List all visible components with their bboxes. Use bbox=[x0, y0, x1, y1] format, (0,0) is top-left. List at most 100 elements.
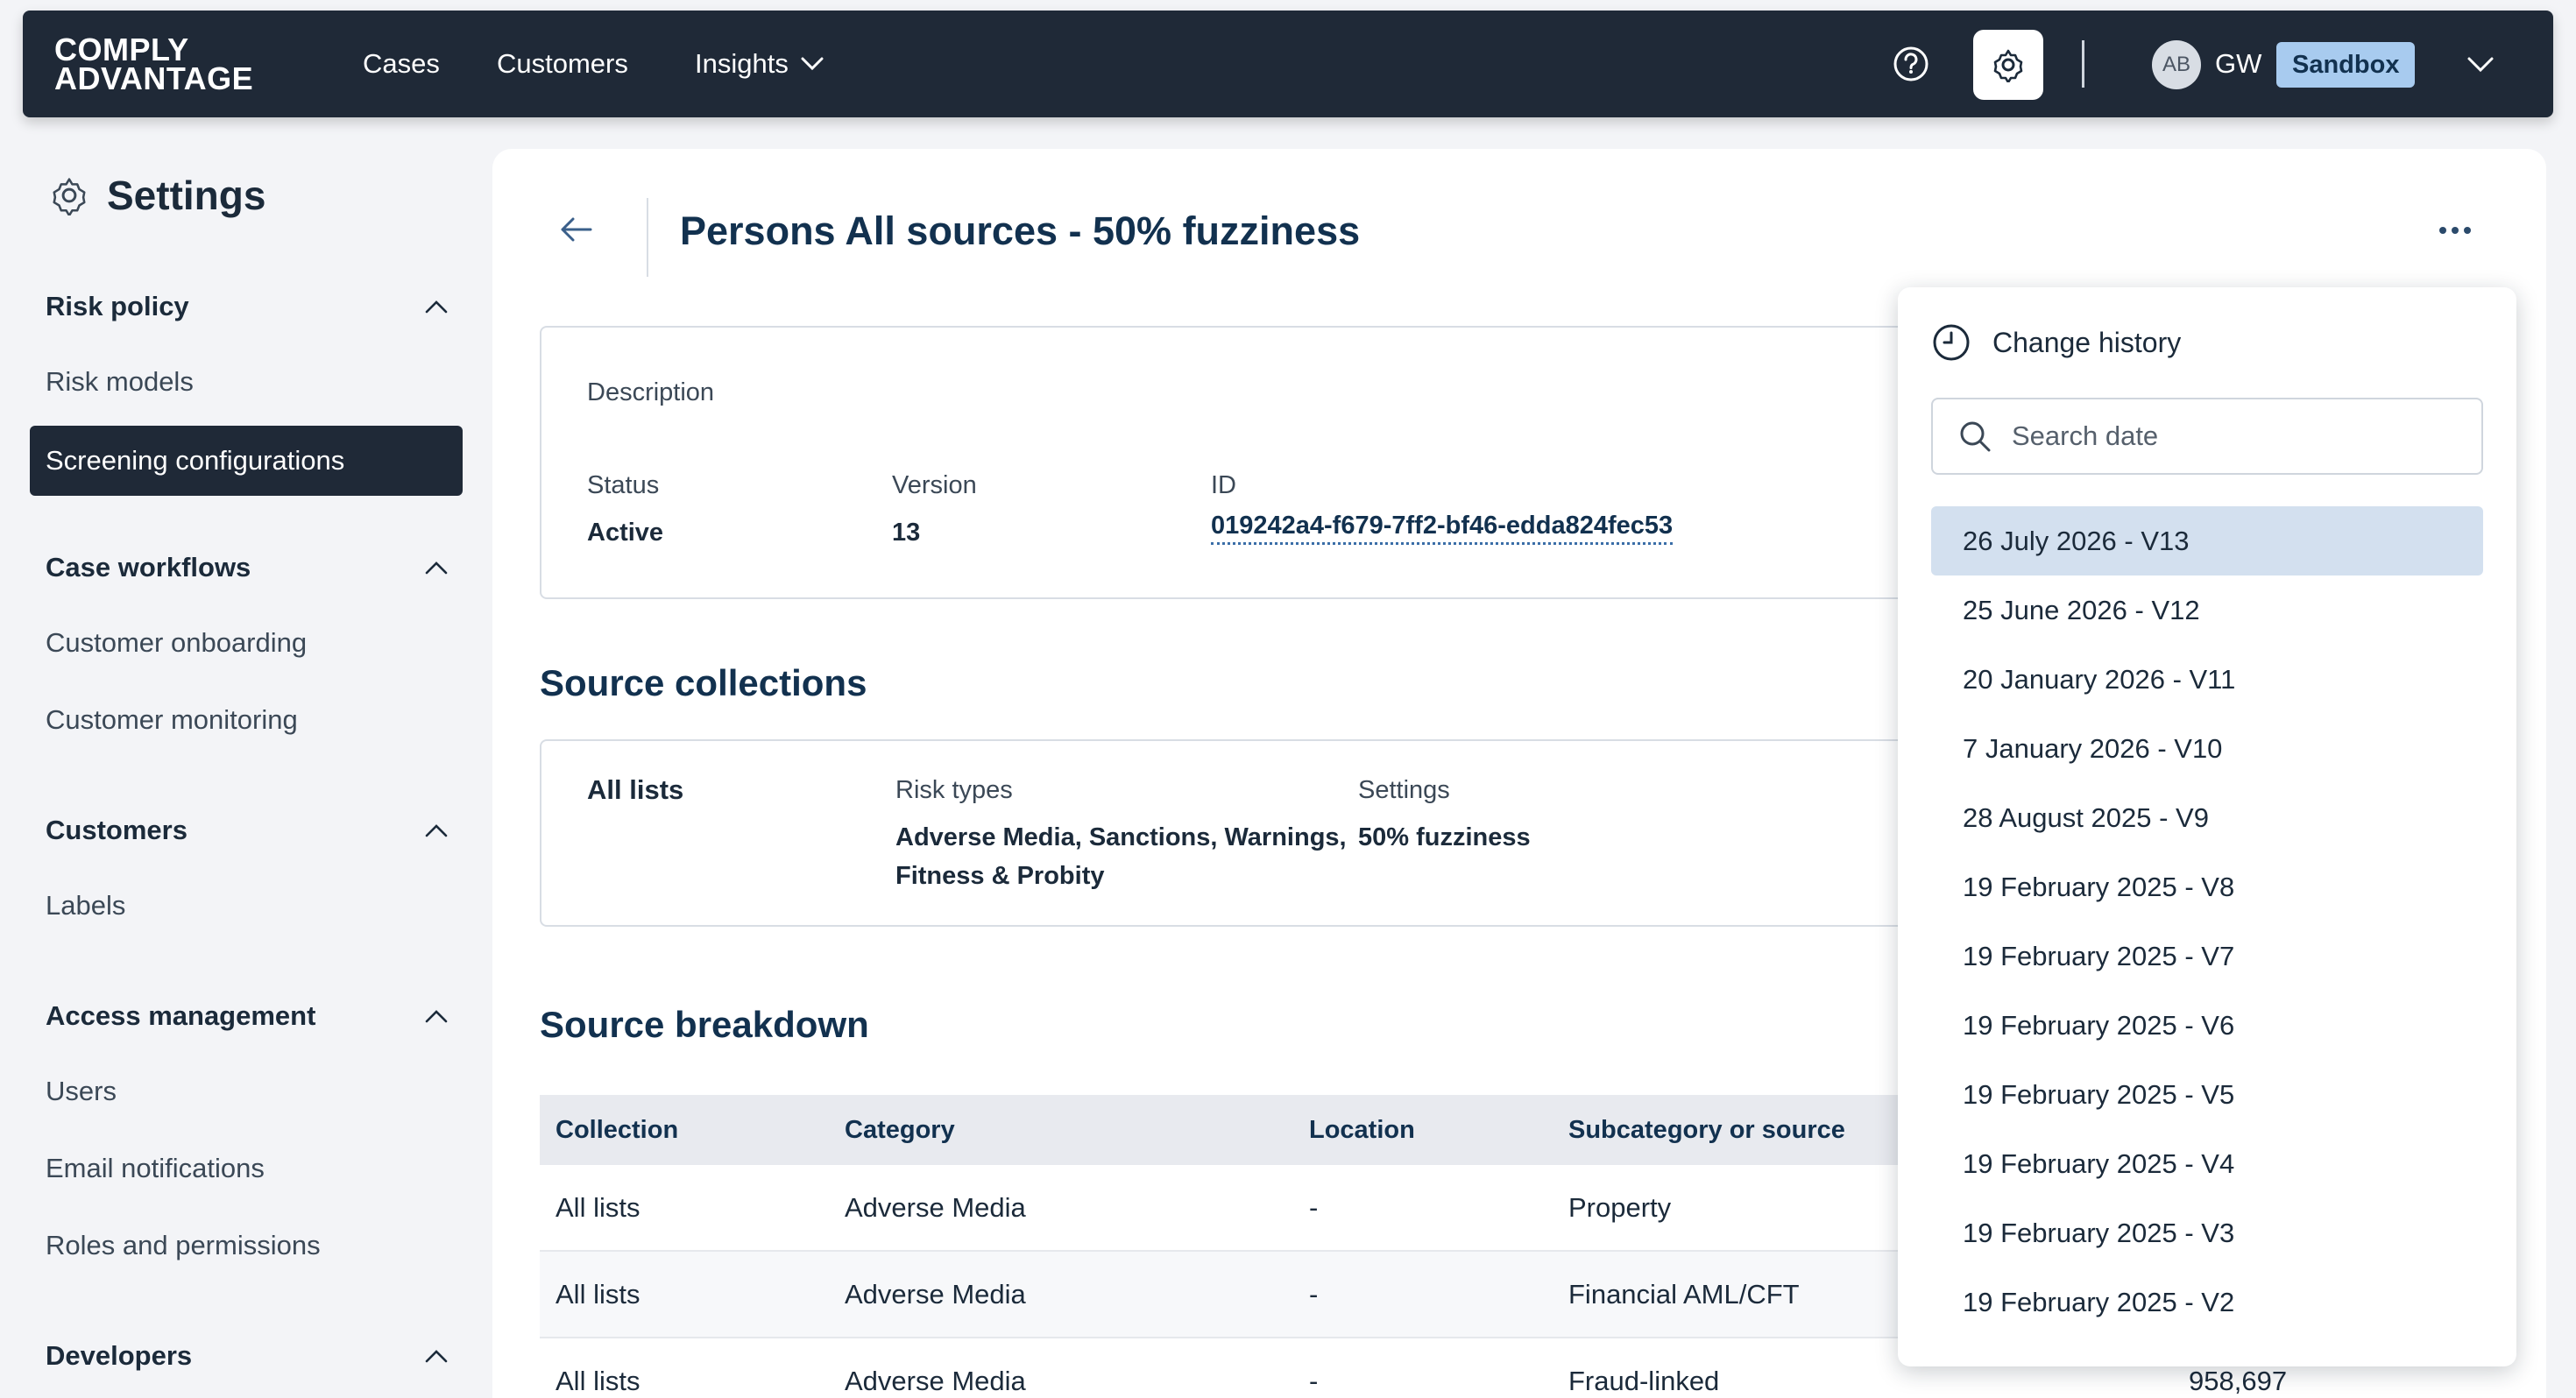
cell-count: 958,697 bbox=[2189, 1365, 2288, 1396]
column-header-collection[interactable]: Collection bbox=[556, 1116, 678, 1145]
risk-types-value-line2: Fitness & Probity bbox=[895, 862, 1105, 890]
sidebar-section-access-management[interactable]: Access management bbox=[46, 992, 449, 1041]
cell-category: Adverse Media bbox=[845, 1191, 1026, 1223]
version-item[interactable]: 7 January 2026 - V10 bbox=[1931, 714, 2483, 783]
environment-badge: Sandbox bbox=[2276, 42, 2416, 88]
avatar[interactable]: AB bbox=[2152, 40, 2201, 89]
settings-label: Settings bbox=[1358, 776, 1450, 804]
chevron-up-icon bbox=[425, 824, 448, 837]
version-item[interactable]: 19 February 2025 - V6 bbox=[1931, 991, 2483, 1060]
version-item[interactable]: 19 February 2025 - V5 bbox=[1931, 1060, 2483, 1129]
id-value-link[interactable]: 019242a4-f679-7ff2-bf46-edda824fec53 bbox=[1211, 512, 1674, 545]
cell-subcategory: Property bbox=[1568, 1191, 1672, 1223]
cell-location: - bbox=[1309, 1278, 1319, 1310]
nav-cases-label: Cases bbox=[363, 48, 440, 79]
cell-collection: All lists bbox=[556, 1278, 640, 1310]
user-initials[interactable]: GW bbox=[2215, 11, 2261, 117]
page-title: Persons All sources - 50% fuzziness bbox=[680, 208, 1361, 253]
version-item[interactable]: 19 February 2025 - V8 bbox=[1931, 852, 2483, 921]
cell-location: - bbox=[1309, 1365, 1319, 1396]
change-history-header: Change history bbox=[1931, 322, 2181, 363]
logo[interactable]: COMPLY ADVANTAGE bbox=[54, 34, 254, 96]
source-breakdown-heading: Source breakdown bbox=[540, 1004, 869, 1045]
column-header-subcategory[interactable]: Subcategory or source bbox=[1568, 1116, 1845, 1145]
settings-title: Settings bbox=[49, 172, 265, 219]
section-label: Developers bbox=[46, 1340, 193, 1371]
settings-button[interactable] bbox=[1973, 30, 2043, 100]
nav-insights-label: Insights bbox=[695, 48, 789, 79]
version-item[interactable]: 19 February 2025 - V2 bbox=[1931, 1267, 2483, 1337]
sidebar-section-risk-policy[interactable]: Risk policy bbox=[46, 282, 449, 331]
description-label: Description bbox=[587, 378, 715, 406]
section-label: Customers bbox=[46, 815, 188, 845]
sidebar-section-developers[interactable]: Developers bbox=[46, 1331, 449, 1380]
change-history-title: Change history bbox=[1992, 326, 2182, 358]
cell-subcategory: Fraud-linked bbox=[1568, 1365, 1720, 1396]
cell-category: Adverse Media bbox=[845, 1278, 1026, 1310]
logo-line-2: ADVANTAGE bbox=[54, 60, 254, 96]
cell-category: Adverse Media bbox=[845, 1365, 1026, 1396]
cell-collection: All lists bbox=[556, 1365, 640, 1396]
settings-title-label: Settings bbox=[107, 173, 266, 218]
title-divider bbox=[647, 198, 648, 277]
more-options-icon[interactable] bbox=[2438, 224, 2473, 237]
sidebar-section-customers[interactable]: Customers bbox=[46, 806, 449, 855]
help-icon[interactable] bbox=[1891, 44, 1931, 84]
sidebar-item-customer-onboarding[interactable]: Customer onboarding bbox=[46, 627, 307, 659]
sidebar-section-case-workflows[interactable]: Case workflows bbox=[46, 543, 449, 592]
version-item[interactable]: 28 August 2025 - V9 bbox=[1931, 783, 2483, 852]
version-list: 26 July 2026 - V13 25 June 2026 - V12 20… bbox=[1931, 506, 2483, 1337]
status-value: Active bbox=[587, 519, 664, 547]
cell-collection: All lists bbox=[556, 1191, 640, 1223]
nav-customers[interactable]: Customers bbox=[497, 11, 628, 117]
column-header-location[interactable]: Location bbox=[1309, 1116, 1415, 1145]
section-label: Case workflows bbox=[46, 552, 251, 582]
chevron-down-icon bbox=[801, 57, 824, 71]
chevron-down-icon[interactable] bbox=[2466, 51, 2495, 77]
chevron-up-icon bbox=[425, 561, 448, 575]
search-date-input[interactable] bbox=[2012, 420, 2467, 452]
status-label: Status bbox=[587, 471, 660, 499]
chevron-up-icon bbox=[425, 1010, 448, 1023]
settings-value: 50% fuzziness bbox=[1358, 823, 1531, 851]
sidebar-item-risk-models[interactable]: Risk models bbox=[46, 366, 194, 398]
nav-customers-label: Customers bbox=[497, 48, 628, 79]
cell-subcategory: Financial AML/CFT bbox=[1568, 1278, 1800, 1310]
nav-insights[interactable]: Insights bbox=[695, 11, 824, 117]
search-icon bbox=[1960, 421, 1991, 452]
version-item[interactable]: 19 February 2025 - V4 bbox=[1931, 1129, 2483, 1198]
version-item[interactable]: 19 February 2025 - V3 bbox=[1931, 1198, 2483, 1267]
version-item[interactable]: 26 July 2026 - V13 bbox=[1931, 506, 2483, 575]
gear-icon bbox=[53, 178, 86, 215]
gear-icon bbox=[1993, 49, 2023, 82]
source-collections-heading: Source collections bbox=[540, 662, 867, 703]
sidebar-item-customer-monitoring[interactable]: Customer monitoring bbox=[46, 704, 298, 736]
nav-divider bbox=[2082, 40, 2084, 88]
id-label: ID bbox=[1211, 471, 1236, 499]
version-value: 13 bbox=[892, 519, 921, 547]
version-item[interactable]: 20 January 2026 - V11 bbox=[1931, 645, 2483, 714]
top-navigation: COMPLY ADVANTAGE Cases Customers Insight… bbox=[23, 11, 2553, 117]
sidebar-item-labels[interactable]: Labels bbox=[46, 890, 125, 921]
sidebar-item-users[interactable]: Users bbox=[46, 1076, 117, 1107]
version-label: Version bbox=[892, 471, 977, 499]
collection-name: All lists bbox=[587, 774, 684, 805]
chevron-up-icon bbox=[425, 1350, 448, 1363]
risk-types-value-line1: Adverse Media, Sanctions, Warnings, bbox=[895, 823, 1347, 851]
change-history-dropdown: Change history 26 July 2026 - V13 25 Jun… bbox=[1898, 287, 2516, 1366]
search-date-field[interactable] bbox=[1931, 398, 2483, 475]
chevron-up-icon bbox=[425, 300, 448, 314]
version-item[interactable]: 25 June 2026 - V12 bbox=[1931, 575, 2483, 645]
sidebar-item-roles-and-permissions[interactable]: Roles and permissions bbox=[46, 1230, 321, 1261]
nav-cases[interactable]: Cases bbox=[363, 11, 440, 117]
cell-location: - bbox=[1309, 1191, 1319, 1223]
section-label: Access management bbox=[46, 1000, 316, 1031]
version-item[interactable]: 19 February 2025 - V7 bbox=[1931, 921, 2483, 991]
section-label: Risk policy bbox=[46, 291, 189, 321]
column-header-category[interactable]: Category bbox=[845, 1116, 955, 1145]
risk-types-label: Risk types bbox=[895, 776, 1013, 804]
sidebar-item-email-notifications[interactable]: Email notifications bbox=[46, 1153, 265, 1184]
sidebar-item-screening-configurations[interactable]: Screening configurations bbox=[30, 426, 463, 496]
clock-icon bbox=[1933, 324, 1970, 361]
back-arrow-icon[interactable] bbox=[557, 210, 596, 249]
